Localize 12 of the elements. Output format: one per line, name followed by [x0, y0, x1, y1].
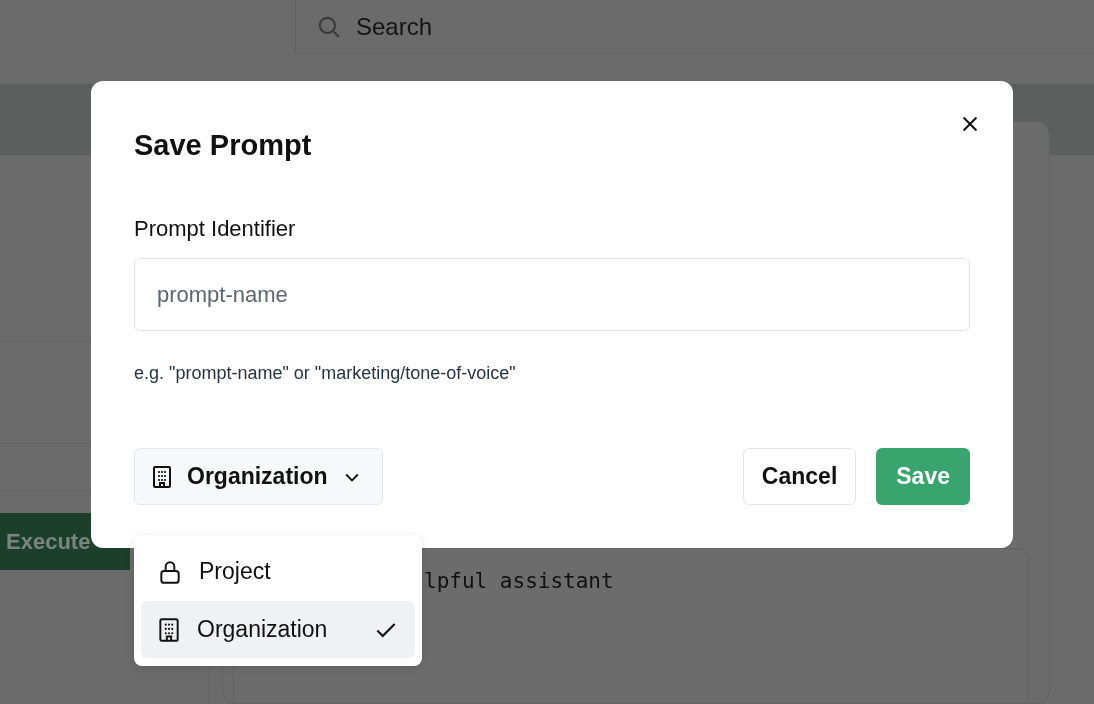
building-icon [157, 616, 181, 643]
menu-item[interactable]: Organization [141, 601, 415, 658]
field-label: Prompt Identifier [134, 216, 297, 242]
lock-icon [157, 558, 183, 585]
building-icon [151, 464, 173, 489]
cancel-button[interactable]: Cancel [742, 448, 857, 505]
identifier-input[interactable]: prompt-name [134, 258, 970, 331]
dialog-title: Save Prompt [134, 129, 313, 162]
hint-text: e.g. "prompt-name" or "marketing/tone-of-voice" [134, 363, 517, 384]
scope-dropdown[interactable]: Organization [134, 448, 383, 505]
editor-text: lpful assistant [424, 569, 614, 593]
search-field[interactable]: Search [354, 11, 1094, 42]
